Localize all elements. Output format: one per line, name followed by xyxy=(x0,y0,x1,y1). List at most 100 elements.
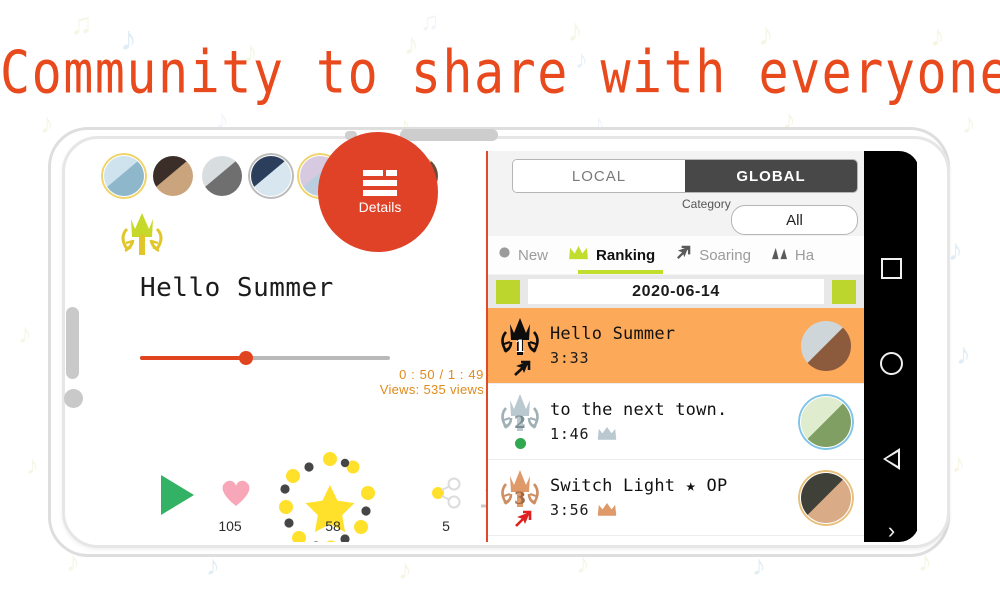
trend-steady-icon xyxy=(515,437,526,449)
svg-text:1: 1 xyxy=(514,337,526,357)
list-lines-icon xyxy=(363,169,397,196)
rank-cell: 3 xyxy=(488,460,550,536)
music-note-decor: ♪ xyxy=(18,318,32,349)
row-text: Hello Summer 3:33 xyxy=(550,324,798,367)
ranking-list-item[interactable]: 2 to the next town. 1:46 xyxy=(488,384,864,460)
ranking-list-item[interactable]: 1 Hello Summer 3:33 xyxy=(488,308,864,384)
ranking-list: 1 Hello Summer 3:33 2 to the next town. 1:46 3… xyxy=(488,308,864,542)
play-icon[interactable] xyxy=(161,475,194,515)
rank-wreath-icon: 3 xyxy=(496,466,544,510)
svg-text:2: 2 xyxy=(514,413,526,433)
row-text: Switch Light ★ OP 3:56 xyxy=(550,476,798,520)
prev-day-button[interactable] xyxy=(496,279,520,304)
triangle-back-icon[interactable] xyxy=(864,448,917,470)
phone-screen: Hello Summer 0 : 50 / 1 : 49 Views: 535 … xyxy=(95,151,917,542)
phone-side-speaker xyxy=(66,307,79,379)
square-recents-icon[interactable] xyxy=(864,258,917,279)
playback-time: 0 : 50 / 1 : 49 xyxy=(399,367,484,382)
share-count: 5 xyxy=(442,518,450,534)
tab-new[interactable]: New xyxy=(488,236,558,274)
download-count: 4 xyxy=(473,518,486,534)
ranking-list-item[interactable]: 3 Switch Light ★ OP 3:56 xyxy=(488,460,864,536)
music-note-decor: ♫ xyxy=(70,8,93,41)
share-icon[interactable] xyxy=(430,477,462,509)
crown-laurel-icon xyxy=(113,207,171,257)
music-note-decor: ♪ xyxy=(956,338,971,371)
seek-bar[interactable] xyxy=(140,351,390,365)
track-thumbnail[interactable] xyxy=(798,393,854,450)
category-row: Category All xyxy=(488,197,864,235)
music-note-decor: ♪ xyxy=(40,108,54,139)
dot-icon xyxy=(498,246,511,264)
download-icon[interactable] xyxy=(477,475,486,509)
music-note-decor: ♪ xyxy=(398,554,412,585)
rank-cell: 2 xyxy=(488,384,550,460)
rank-wreath-icon: 2 xyxy=(496,390,544,434)
current-date[interactable]: 2020-06-14 xyxy=(528,279,824,304)
seek-bar-thumb[interactable] xyxy=(239,351,253,365)
next-day-button[interactable] xyxy=(832,279,856,304)
crown-badge-icon xyxy=(597,501,617,520)
track-title: Hello Summer xyxy=(550,324,676,344)
track-duration: 3:56 xyxy=(550,501,590,519)
category-label: Category xyxy=(682,197,731,211)
track-duration: 3:33 xyxy=(550,349,590,367)
music-note-decor: ♪ xyxy=(948,234,963,267)
like-count: 105 xyxy=(218,518,242,534)
rank-cell: 1 xyxy=(488,308,550,384)
details-button[interactable]: Details xyxy=(318,132,438,252)
avatar[interactable] xyxy=(101,153,147,199)
chevron-right-icon[interactable]: › xyxy=(864,520,917,542)
date-navigation-bar: 2020-06-14 xyxy=(488,275,864,308)
heart-icon[interactable] xyxy=(219,475,253,507)
thumbnail-image xyxy=(801,320,851,371)
tab-ha[interactable]: Ha xyxy=(761,236,824,274)
svg-text:3: 3 xyxy=(514,489,526,509)
arrow-up-right-icon xyxy=(675,244,692,266)
player-action-row: 105 58 5 xyxy=(115,447,486,542)
track-meta: 3:33 xyxy=(550,349,794,367)
avatar-image xyxy=(202,156,242,196)
music-note-decor: ♫ xyxy=(420,6,440,36)
tab-label: Ha xyxy=(794,246,815,264)
feed-pane: LOCAL GLOBAL Category All New Ranking Soar… xyxy=(486,151,864,542)
tab-soaring[interactable]: Soaring xyxy=(665,236,761,274)
tab-label: Ranking xyxy=(596,246,656,264)
track-thumbnail[interactable] xyxy=(798,318,854,374)
rank-wreath-icon: 1 xyxy=(496,314,544,358)
track-thumbnail[interactable] xyxy=(798,469,854,526)
views-count: Views: 535 views xyxy=(379,382,484,397)
track-duration: 1:46 xyxy=(550,425,590,443)
track-title: to the next town. xyxy=(550,399,728,420)
music-note-decor: ♪ xyxy=(952,448,965,478)
favorite-count: 58 xyxy=(325,518,341,534)
music-note-decor: ♪ xyxy=(962,108,976,139)
phone-speaker-slot xyxy=(400,129,498,141)
tab-ranking[interactable]: Ranking xyxy=(558,236,665,274)
crown-icon xyxy=(568,245,589,265)
tab-label: New xyxy=(518,246,549,264)
circle-home-icon[interactable] xyxy=(864,352,917,375)
avatar[interactable] xyxy=(150,153,196,199)
track-title: Switch Light ★ OP xyxy=(550,475,728,496)
page-title: Community to share with everyone xyxy=(0,38,1000,107)
row-text: to the next town. 1:46 xyxy=(550,400,798,444)
phone-side-camera xyxy=(64,389,83,408)
scope-global-button[interactable]: GLOBAL xyxy=(685,160,857,192)
avatar[interactable] xyxy=(248,153,294,199)
avatar[interactable] xyxy=(199,153,245,199)
mountain-icon xyxy=(771,245,788,265)
tab-label: Soaring xyxy=(699,246,751,264)
trend-up-icon xyxy=(512,510,532,530)
track-meta: 1:46 xyxy=(550,425,794,444)
music-note-decor: ♪ xyxy=(26,450,39,480)
trend-up-icon xyxy=(512,358,532,378)
scope-segmented-control[interactable]: LOCAL GLOBAL xyxy=(512,159,858,193)
category-select[interactable]: All xyxy=(731,205,858,235)
thumbnail-image xyxy=(801,472,851,523)
thumbnail-image xyxy=(801,396,851,447)
scope-local-button[interactable]: LOCAL xyxy=(513,160,685,192)
feed-tabs[interactable]: New Ranking Soaring Ha xyxy=(488,236,864,274)
seek-bar-fill xyxy=(140,356,245,360)
android-navigation-bar: › xyxy=(864,151,917,542)
